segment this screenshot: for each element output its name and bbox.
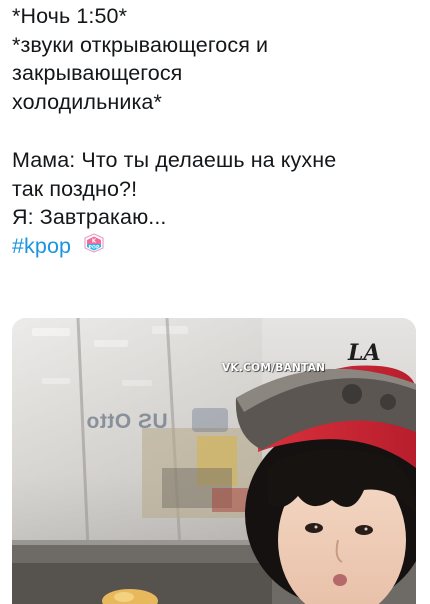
tweet-line: *звуки открывающегося и — [12, 32, 269, 57]
tweet-line: Мама: Что ты делаешь на кухне — [12, 148, 337, 172]
hashtag-row: #kpop K POP — [12, 232, 422, 261]
tweet-line: *Ночь 1:50* — [12, 4, 128, 28]
hashtag-link[interactable]: #kpop — [12, 234, 71, 258]
svg-text:K: K — [92, 238, 97, 244]
kpop-hashflag-icon: K POP — [83, 232, 105, 254]
tweet-text: *Ночь 1:50* *звуки открывающегося и закр… — [12, 2, 422, 260]
paragraph-break — [12, 116, 422, 146]
svg-text:POP: POP — [89, 244, 100, 250]
reflected-store-sign: US Ottо — [86, 410, 168, 433]
tweet-line: холодильника* — [12, 89, 162, 114]
svg-text:LA: LA — [347, 340, 381, 366]
tweet-media-photo[interactable]: LA VK.COM/BANTAN US Ottо — [12, 318, 416, 604]
tweet: *Ночь 1:50* *звуки открывающегося и закр… — [0, 0, 430, 604]
tweet-line: так поздно?! — [12, 176, 138, 201]
photo-illustration: LA — [12, 318, 416, 604]
tweet-line: Я: Завтракаю... — [12, 205, 167, 229]
watermark-text: VK.COM/BANTAN — [222, 362, 326, 374]
tweet-line: закрывающегося — [12, 61, 183, 85]
